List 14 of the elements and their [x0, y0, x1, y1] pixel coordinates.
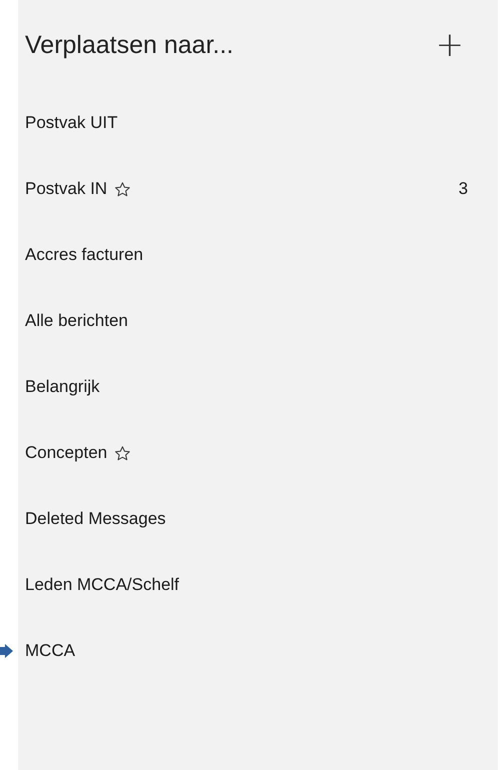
- add-button[interactable]: +: [432, 28, 468, 62]
- panel-title: Verplaatsen naar...: [25, 30, 234, 60]
- star-icon[interactable]: [114, 180, 132, 198]
- folder-item[interactable]: Concepten: [25, 443, 108, 463]
- folder-item[interactable]: Deleted Messages: [25, 509, 166, 529]
- folder-item[interactable]: Accres facturen: [25, 245, 144, 265]
- star-icon[interactable]: [114, 444, 132, 462]
- folder-item[interactable]: Alle berichten: [25, 311, 128, 331]
- folder-item[interactable]: Postvak UIT: [25, 113, 118, 133]
- unread-count: 3: [458, 179, 468, 199]
- folder-item[interactable]: Postvak IN: [25, 179, 108, 199]
- folder-item[interactable]: Leden MCCA/Schelf: [25, 575, 180, 595]
- folder-item[interactable]: Belangrijk: [25, 377, 100, 397]
- folder-item[interactable]: MCCA: [25, 641, 76, 661]
